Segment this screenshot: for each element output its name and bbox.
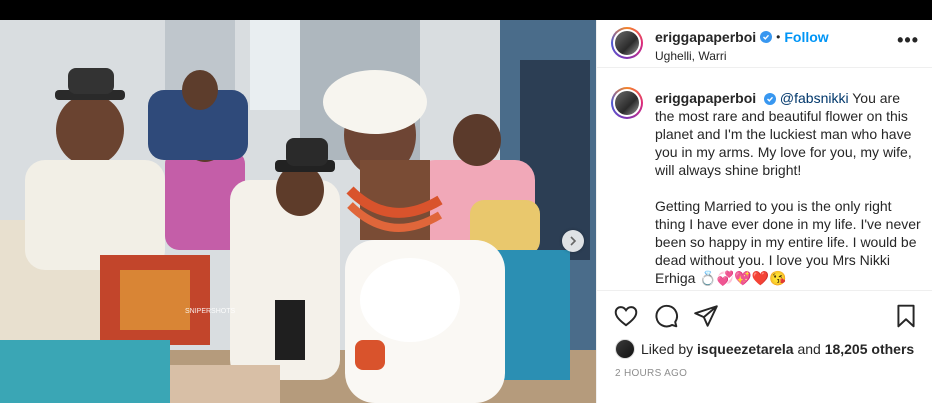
paper-plane-icon[interactable] — [693, 303, 719, 329]
post-timestamp[interactable]: 2 HOURS AGO — [615, 368, 687, 379]
liker-username[interactable]: isqueezetarela — [697, 341, 794, 357]
post-caption: eriggapaperboi @fabsnikki You are the mo… — [655, 89, 923, 290]
post-photo[interactable]: SNIPERSHOTS — [0, 20, 596, 403]
post-actions: Liked by isqueezetarela and 18,205 other… — [597, 290, 932, 400]
bookmark-icon[interactable] — [893, 303, 919, 329]
caption-text-2: Getting Married to you is the only right… — [655, 198, 921, 286]
verified-badge-icon — [760, 31, 773, 43]
top-black-bar — [0, 0, 932, 20]
caption-author-avatar[interactable] — [611, 87, 643, 119]
caption-mention-link[interactable]: @fabsnikki — [780, 90, 849, 106]
comment-icon[interactable] — [653, 303, 679, 329]
next-photo-button[interactable] — [562, 230, 584, 252]
chevron-right-icon — [570, 236, 577, 246]
author-avatar[interactable] — [611, 27, 643, 59]
liker-avatar[interactable] — [615, 339, 635, 359]
likes-prefix: Liked by — [641, 341, 694, 357]
post-side-panel: eriggapaperboi • Follow Ughelli, Warri •… — [596, 20, 932, 403]
follow-button[interactable]: Follow — [784, 29, 828, 45]
caption-verified-badge-icon — [764, 93, 777, 105]
photo-watermark: SNIPERSHOTS — [185, 308, 236, 315]
likes-summary: Liked by isqueezetarela and 18,205 other… — [615, 339, 914, 359]
more-options-icon[interactable]: ••• — [897, 30, 919, 51]
author-username[interactable]: eriggapaperboi — [655, 29, 756, 45]
caption-section: eriggapaperboi @fabsnikki You are the mo… — [597, 69, 932, 290]
wedding-photo-illustration: SNIPERSHOTS — [0, 20, 596, 403]
separator-dot: • — [776, 30, 781, 44]
likes-others-link[interactable]: 18,205 others — [825, 341, 915, 357]
post-location[interactable]: Ughelli, Warri — [655, 49, 727, 63]
post-header: eriggapaperboi • Follow Ughelli, Warri •… — [597, 20, 932, 68]
author-row: eriggapaperboi • Follow — [655, 29, 829, 45]
likes-middle: and — [797, 341, 821, 357]
heart-icon[interactable] — [613, 303, 639, 329]
caption-username[interactable]: eriggapaperboi — [655, 90, 756, 106]
